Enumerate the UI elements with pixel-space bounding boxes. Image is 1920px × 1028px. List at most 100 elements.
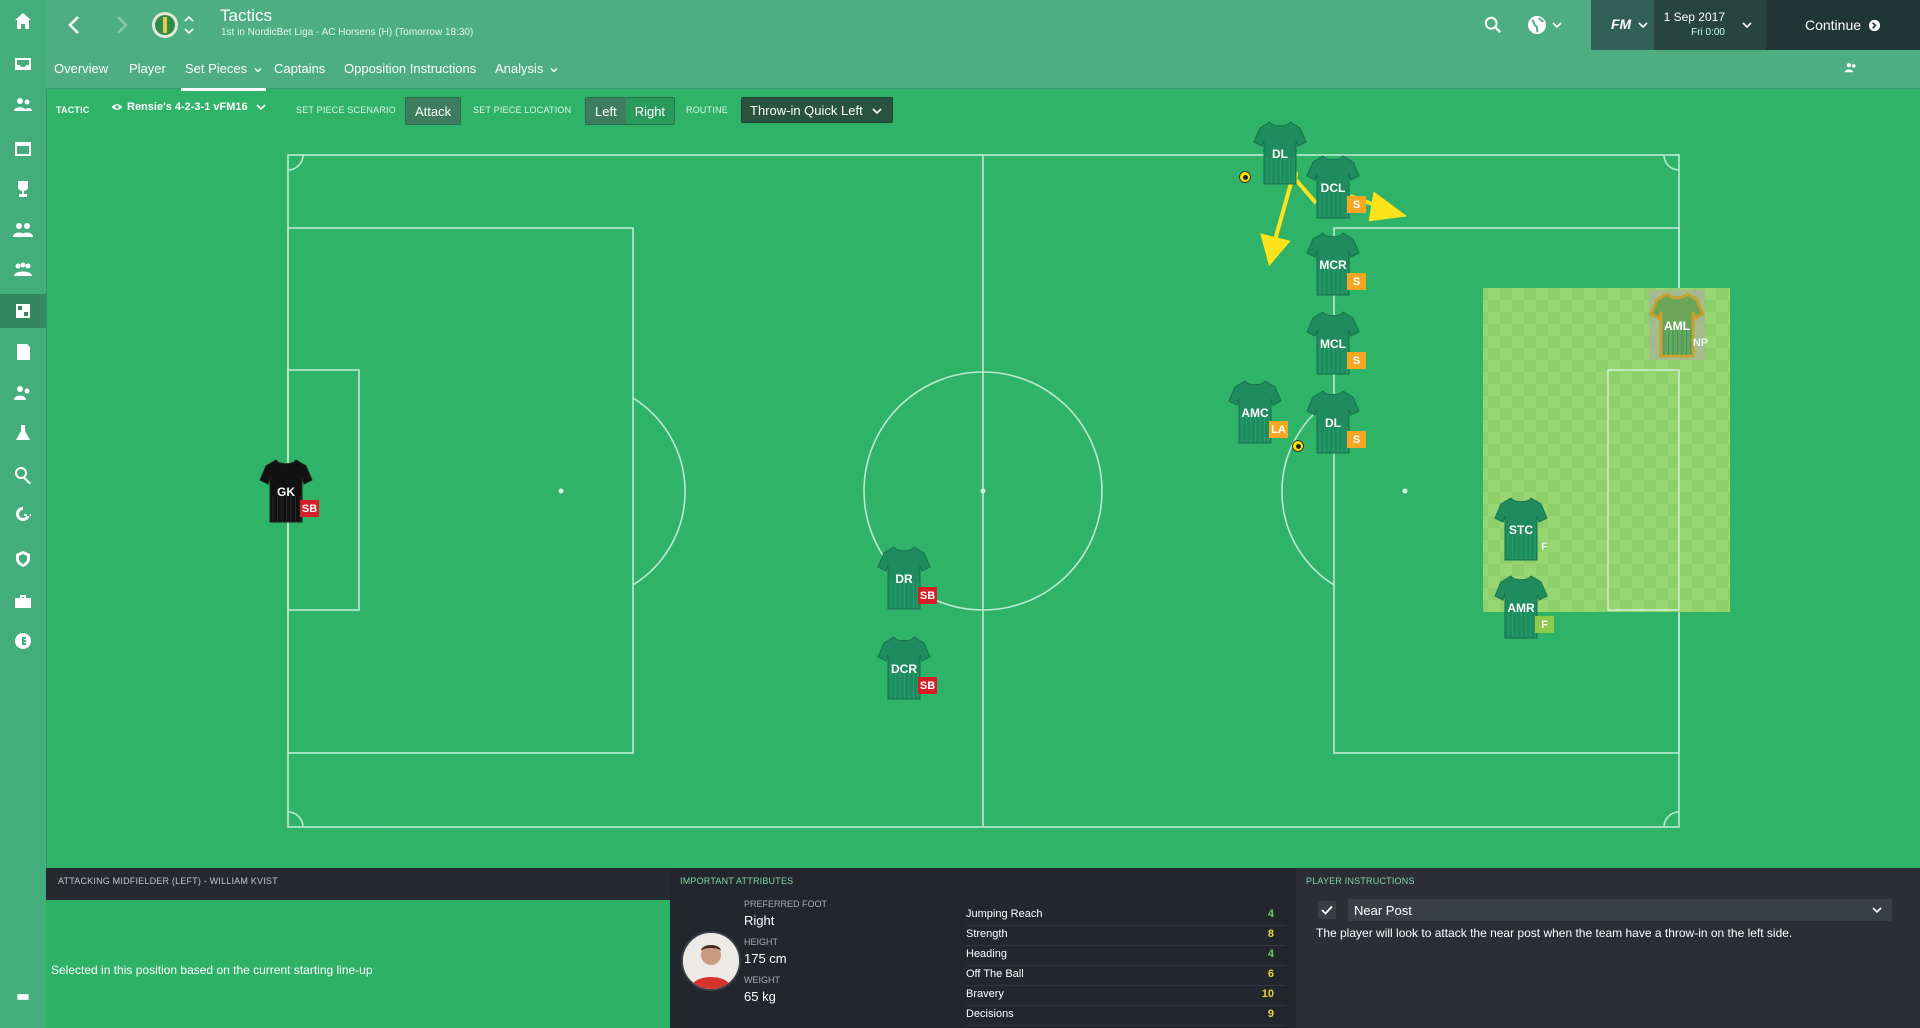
location-right-button[interactable]: Right <box>625 98 675 124</box>
money-icon[interactable] <box>0 624 46 658</box>
player-position-label: MCR <box>1319 258 1347 272</box>
home-icon[interactable] <box>0 4 46 38</box>
player-position-title: ATTACKING MIDFIELDER (LEFT) - WILLIAM KV… <box>58 876 278 886</box>
tab-opposition-instructions[interactable]: Opposition Instructions <box>344 61 476 76</box>
tab-captains[interactable]: Captains <box>274 61 325 76</box>
trophy-icon[interactable] <box>0 172 46 206</box>
fm-menu-button[interactable]: FM <box>1591 0 1654 50</box>
tactics-icon[interactable] <box>0 294 46 328</box>
search-button[interactable] <box>1480 0 1506 50</box>
current-date: 1 Sep 2017 <box>1663 10 1725 24</box>
continue-button[interactable]: Continue <box>1766 0 1920 50</box>
keyboard-icon[interactable] <box>0 986 46 1008</box>
continue-label: Continue <box>1804 17 1862 33</box>
attribute-value: 4 <box>1267 908 1274 920</box>
transfers-icon[interactable] <box>0 498 46 532</box>
search-icon[interactable] <box>0 458 46 492</box>
penalty-spot <box>1402 488 1408 494</box>
date-display[interactable]: 1 Sep 2017 Fri 0:00 <box>1654 0 1766 50</box>
player-marker-amr[interactable]: AMR F <box>1489 572 1554 650</box>
scenario-label: SET PIECE SCENARIO <box>296 105 396 115</box>
tab-set-pieces[interactable]: Set Pieces <box>181 61 266 91</box>
player-marker-dcl[interactable]: DCL S <box>1301 152 1366 230</box>
height-value: 175 cm <box>744 951 787 966</box>
globe-icon <box>1528 16 1546 34</box>
tab-analysis[interactable]: Analysis <box>495 61 558 76</box>
ball-taker-icon <box>1239 171 1251 183</box>
penalty-spot <box>558 488 564 494</box>
attribute-name: Strength <box>966 928 1008 940</box>
important-attributes-panel: IMPORTANT ATTRIBUTES PREFERRED FOOT Righ… <box>670 868 1296 1028</box>
selection-note: Selected in this position based on the c… <box>51 963 373 977</box>
arrow-head <box>1260 233 1291 267</box>
corner-arc <box>1663 811 1680 828</box>
location-left-button[interactable]: Left <box>586 98 626 124</box>
player-position-label: AML <box>1664 319 1690 333</box>
tab-player[interactable]: Player <box>129 61 166 76</box>
attribute-name: Heading <box>966 948 1007 960</box>
player-marker-dr[interactable]: DR SB <box>872 543 937 621</box>
corner-arc <box>287 811 304 828</box>
player-role-badge: SB <box>918 587 937 604</box>
tab-overview[interactable]: Overview <box>54 61 108 76</box>
club-vision-icon[interactable] <box>0 542 46 576</box>
attribute-row: Off The Ball 6 <box>966 965 1286 986</box>
instruction-checkbox[interactable] <box>1318 901 1336 919</box>
routine-dropdown[interactable]: Throw-in Quick Left <box>741 97 893 123</box>
club-icon[interactable] <box>0 253 46 287</box>
chevron-down-icon <box>1872 907 1882 914</box>
people-options-button[interactable] <box>1844 61 1858 80</box>
centre-spot <box>980 488 986 494</box>
fm-logo: FM <box>1611 16 1632 32</box>
world-menu-button[interactable] <box>1522 0 1566 50</box>
attribute-name: Decisions <box>966 1008 1014 1020</box>
player-marker-mcl[interactable]: MCL S <box>1301 308 1366 386</box>
player-position-label: AMR <box>1507 601 1535 615</box>
player-marker-dl[interactable]: DL S <box>1301 387 1366 465</box>
right-penalty-area <box>1333 227 1680 754</box>
page-title: Tactics <box>220 6 272 25</box>
player-position-label: DCL <box>1320 181 1346 195</box>
player-position-label: DCR <box>891 662 917 676</box>
chevron-left-icon <box>68 16 79 34</box>
tactic-selector[interactable]: Rensie's 4-2-3-1 vFM16 <box>111 101 266 113</box>
training-icon[interactable] <box>0 376 46 410</box>
player-position-header: ATTACKING MIDFIELDER (LEFT) - WILLIAM KV… <box>46 868 670 900</box>
club-crest-icon <box>152 12 178 38</box>
chevron-down-icon <box>872 108 882 115</box>
tactic-label: TACTIC <box>56 105 90 115</box>
chevron-down-icon <box>1638 22 1648 29</box>
staff-icon[interactable] <box>0 213 46 247</box>
chevron-down-icon <box>550 68 558 73</box>
player-marker-aml[interactable]: AML NP <box>1645 290 1709 368</box>
chevron-down-icon <box>1552 22 1562 29</box>
calendar-icon[interactable] <box>0 131 46 165</box>
player-role-badge: S <box>1347 196 1366 213</box>
pitch-boundary <box>287 154 1680 828</box>
instruction-dropdown[interactable]: Near Post <box>1348 899 1892 921</box>
report-icon[interactable] <box>0 335 46 369</box>
development-icon[interactable] <box>0 416 46 450</box>
finances-icon[interactable] <box>0 584 46 618</box>
left-penalty-area <box>287 227 634 754</box>
player-marker-amc[interactable]: AMC LA <box>1223 377 1288 455</box>
club-badge[interactable] <box>150 0 180 50</box>
location-toggle: Left Right <box>585 97 676 125</box>
squad-icon[interactable] <box>0 88 46 122</box>
player-position-label: STC <box>1509 523 1533 537</box>
corner-arc <box>287 154 304 171</box>
back-button[interactable] <box>62 0 86 50</box>
inbox-icon[interactable] <box>0 47 46 81</box>
player-avatar <box>681 931 741 991</box>
player-role-badge: S <box>1347 352 1366 369</box>
forward-button[interactable] <box>110 0 134 50</box>
player-marker-gk[interactable]: GK SB <box>254 456 319 534</box>
player-marker-stc[interactable]: STC F <box>1489 494 1553 572</box>
club-switcher[interactable] <box>182 0 196 50</box>
scenario-attack-button[interactable]: Attack <box>406 98 461 124</box>
player-marker-dcr[interactable]: DCR SB <box>872 633 937 711</box>
player-marker-mcr[interactable]: MCR S <box>1301 229 1366 307</box>
attribute-row: Jumping Reach 4 <box>966 905 1286 926</box>
weight-value: 65 kg <box>744 989 776 1004</box>
player-position-label: DR <box>895 572 913 586</box>
